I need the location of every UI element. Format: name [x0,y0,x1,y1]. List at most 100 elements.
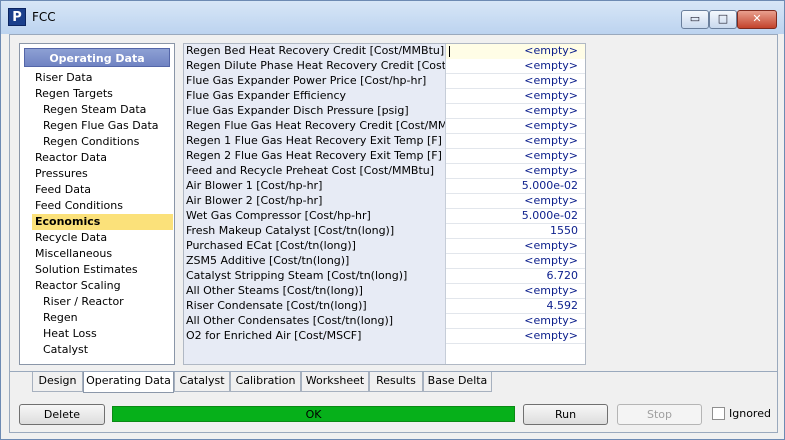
row-label: All Other Condensates [Cost/tn(long)] [184,314,446,329]
row-value-cell[interactable]: 6.720 [446,269,585,284]
tab-design[interactable]: Design [32,372,83,392]
close-icon: ✕ [752,12,762,25]
table-row: Air Blower 2 [Cost/hp-hr] <empty> [184,194,585,209]
row-label: Regen Bed Heat Recovery Credit [Cost/MMB… [184,44,446,59]
row-value-cell[interactable]: <empty> [446,89,585,104]
table-row: Regen Dilute Phase Heat Recovery Credit … [184,59,585,74]
row-label: ZSM5 Additive [Cost/tn(long)] [184,254,446,269]
row-value-cell[interactable]: <empty> [446,314,585,329]
app-icon: P [8,8,26,26]
nav-item-riser-reactor[interactable]: Riser / Reactor [23,294,173,310]
tab-catalyst[interactable]: Catalyst [174,372,230,392]
close-button[interactable]: ✕ [737,10,777,29]
row-value-cell[interactable]: 4.592 [446,299,585,314]
row-value-cell[interactable]: 5.000e-02 [446,179,585,194]
row-value-cell[interactable]: <empty> [446,194,585,209]
ignored-label: Ignored [729,407,771,420]
row-label: Regen 1 Flue Gas Heat Recovery Exit Temp… [184,134,446,149]
nav-item-reactor-scaling[interactable]: Reactor Scaling [23,278,173,294]
nav-item-reactor-data[interactable]: Reactor Data [23,150,173,166]
row-value-cell[interactable]: <empty> [446,149,585,164]
nav-item-recycle-data[interactable]: Recycle Data [23,230,173,246]
tab-worksheet[interactable]: Worksheet [301,372,369,392]
minimize-icon: ▭ [689,12,701,25]
title-bar[interactable]: P FCC ▭ □ ✕ [1,1,784,34]
tab-strip: Design Operating Data Catalyst Calibration W… [10,371,777,393]
nav-item-regen-targets[interactable]: Regen Targets [23,86,173,102]
table-row: Flue Gas Expander Disch Pressure [psig] <… [184,104,585,119]
row-label: All Other Steams [Cost/tn(long)] [184,284,446,299]
row-label: Regen Dilute Phase Heat Recovery Credit … [184,59,446,74]
table-row: All Other Steams [Cost/tn(long)] <empty> [184,284,585,299]
operating-data-nav: Operating Data Riser Data Regen Targets Re… [19,43,175,365]
table-row: Regen Bed Heat Recovery Credit [Cost/MMB… [184,44,585,59]
row-value-cell[interactable]: <empty> [446,44,585,59]
tab-calibration[interactable]: Calibration [230,372,301,392]
row-label: Air Blower 1 [Cost/hp-hr] [184,179,446,194]
row-label: Wet Gas Compressor [Cost/hp-hr] [184,209,446,224]
stop-button[interactable]: Stop [617,404,702,425]
fcc-window: P FCC ▭ □ ✕ Operating Data Riser Data Reg… [0,0,785,440]
economics-grid: Regen Bed Heat Recovery Credit [Cost/MMB… [183,43,586,365]
row-value-cell[interactable]: <empty> [446,59,585,74]
form-body: Operating Data Riser Data Regen Targets Re… [9,34,778,433]
table-row: Air Blower 1 [Cost/hp-hr] 5.000e-02 [184,179,585,194]
table-row: Flue Gas Expander Efficiency <empty> [184,89,585,104]
nav-item-catalyst[interactable]: Catalyst [23,342,173,358]
table-row: O2 for Enriched Air [Cost/MSCF] <empty> [184,329,585,344]
row-label: Purchased ECat [Cost/tn(long)] [184,239,446,254]
nav-item-regen[interactable]: Regen [23,310,173,326]
nav-item-feed-data[interactable]: Feed Data [23,182,173,198]
nav-item-heat-loss[interactable]: Heat Loss [23,326,173,342]
solver-status-bar: OK [112,406,515,422]
row-label: Catalyst Stripping Steam [Cost/tn(long)] [184,269,446,284]
table-row: Fresh Makeup Catalyst [Cost/tn(long)] 155… [184,224,585,239]
table-row: Catalyst Stripping Steam [Cost/tn(long)]… [184,269,585,284]
tab-operating-data[interactable]: Operating Data [83,372,174,393]
nav-item-solution-estimates[interactable]: Solution Estimates [23,262,173,278]
delete-button[interactable]: Delete [19,404,105,425]
grid-empty-label-area [184,344,446,364]
nav-item-regen-flue-gas-data[interactable]: Regen Flue Gas Data [23,118,173,134]
row-value-cell[interactable]: 1550 [446,224,585,239]
tab-results[interactable]: Results [369,372,423,392]
row-value-cell[interactable]: <empty> [446,134,585,149]
table-row: Regen 2 Flue Gas Heat Recovery Exit Temp… [184,149,585,164]
maximize-button[interactable]: □ [709,10,737,29]
row-label: Fresh Makeup Catalyst [Cost/tn(long)] [184,224,446,239]
row-label: O2 for Enriched Air [Cost/MSCF] [184,329,446,344]
row-value-cell[interactable]: <empty> [446,254,585,269]
window-title: FCC [32,10,56,24]
row-value-cell[interactable]: <empty> [446,104,585,119]
nav-item-riser-data[interactable]: Riser Data [23,70,173,86]
row-label: Regen Flue Gas Heat Recovery Credit [Cos… [184,119,446,134]
row-value-cell[interactable]: <empty> [446,284,585,299]
nav-item-regen-conditions[interactable]: Regen Conditions [23,134,173,150]
table-row: ZSM5 Additive [Cost/tn(long)] <empty> [184,254,585,269]
minimize-button[interactable]: ▭ [681,10,709,29]
nav-item-miscellaneous[interactable]: Miscellaneous [23,246,173,262]
nav-item-pressures[interactable]: Pressures [23,166,173,182]
tab-base-delta[interactable]: Base Delta [423,372,492,392]
table-row: All Other Condensates [Cost/tn(long)] <em… [184,314,585,329]
row-value-cell[interactable]: <empty> [446,329,585,344]
row-label: Flue Gas Expander Power Price [Cost/hp-h… [184,74,446,89]
row-value-cell[interactable]: <empty> [446,119,585,134]
nav-item-economics[interactable]: Economics [32,214,173,230]
row-label: Flue Gas Expander Disch Pressure [psig] [184,104,446,119]
row-value-cell[interactable]: <empty> [446,239,585,254]
row-label: Flue Gas Expander Efficiency [184,89,446,104]
table-row: Feed and Recycle Preheat Cost [Cost/MMBt… [184,164,585,179]
row-value-cell[interactable]: <empty> [446,74,585,89]
run-button[interactable]: Run [523,404,608,425]
row-value-cell[interactable]: <empty> [446,164,585,179]
nav-item-regen-steam-data[interactable]: Regen Steam Data [23,102,173,118]
edit-caret [449,46,450,57]
row-label: Riser Condensate [Cost/tn(long)] [184,299,446,314]
row-value-cell[interactable]: 5.000e-02 [446,209,585,224]
table-row: Flue Gas Expander Power Price [Cost/hp-h… [184,74,585,89]
ignored-checkbox[interactable] [712,407,725,420]
maximize-icon: □ [717,12,729,25]
row-label: Feed and Recycle Preheat Cost [Cost/MMBt… [184,164,446,179]
nav-item-feed-conditions[interactable]: Feed Conditions [23,198,173,214]
